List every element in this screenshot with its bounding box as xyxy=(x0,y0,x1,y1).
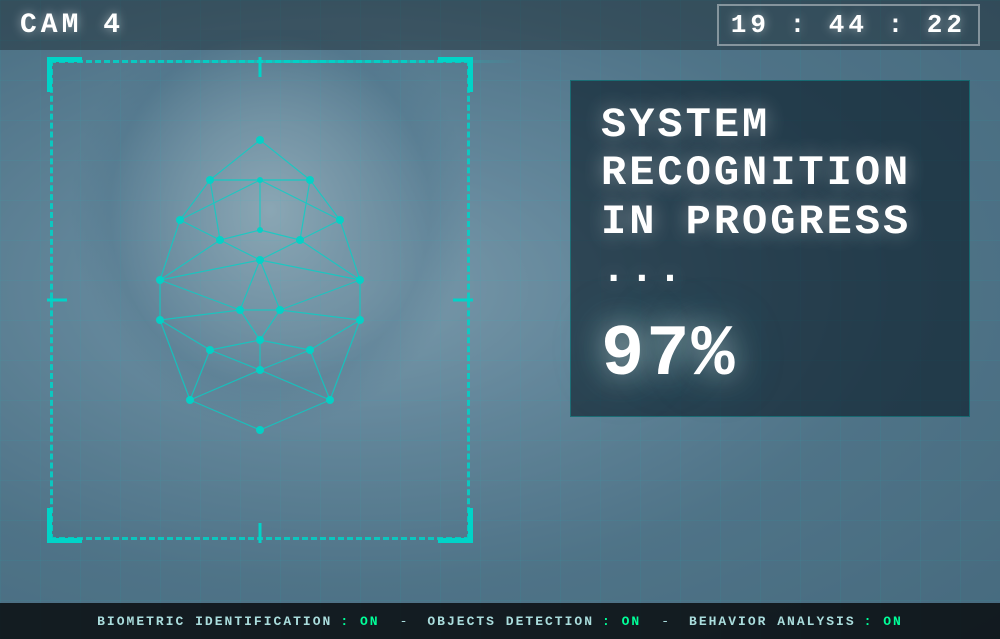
corner-tl xyxy=(47,57,82,92)
objects-value: : ON xyxy=(602,614,641,629)
recognition-percentage: 97% xyxy=(601,314,939,396)
biometric-label: BIOMETRIC IDENTIFICATION xyxy=(97,614,332,629)
tick-right xyxy=(453,299,473,302)
behavior-status: BEHAVIOR ANALYSIS : ON xyxy=(689,614,903,629)
status-bar: BIOMETRIC IDENTIFICATION : ON - OBJECTS … xyxy=(0,603,1000,639)
recognition-status-text: SYSTEM RECOGNITION IN PROGRESS ... xyxy=(601,101,939,294)
info-panel: SYSTEM RECOGNITION IN PROGRESS ... 97% xyxy=(570,80,970,417)
tick-top xyxy=(259,57,262,77)
separator-2: - xyxy=(661,614,669,629)
corner-bl xyxy=(47,508,82,543)
face-mesh xyxy=(80,100,440,500)
surveillance-screen: CAM 4 19 : 44 : 22 xyxy=(0,0,1000,639)
tick-bottom xyxy=(259,523,262,543)
objects-label: OBJECTS DETECTION xyxy=(427,614,594,629)
objects-status: OBJECTS DETECTION : ON xyxy=(427,614,641,629)
behavior-value: : ON xyxy=(864,614,903,629)
tick-left xyxy=(47,299,67,302)
biometric-status: BIOMETRIC IDENTIFICATION : ON xyxy=(97,614,379,629)
corner-br xyxy=(438,508,473,543)
timestamp: 19 : 44 : 22 xyxy=(717,4,980,46)
face-detection-box xyxy=(50,60,470,540)
biometric-value: : ON xyxy=(340,614,379,629)
corner-tr xyxy=(438,57,473,92)
top-bar: CAM 4 19 : 44 : 22 xyxy=(0,0,1000,50)
separator-1: - xyxy=(400,614,408,629)
cam-label: CAM 4 xyxy=(20,10,124,41)
behavior-label: BEHAVIOR ANALYSIS xyxy=(689,614,856,629)
